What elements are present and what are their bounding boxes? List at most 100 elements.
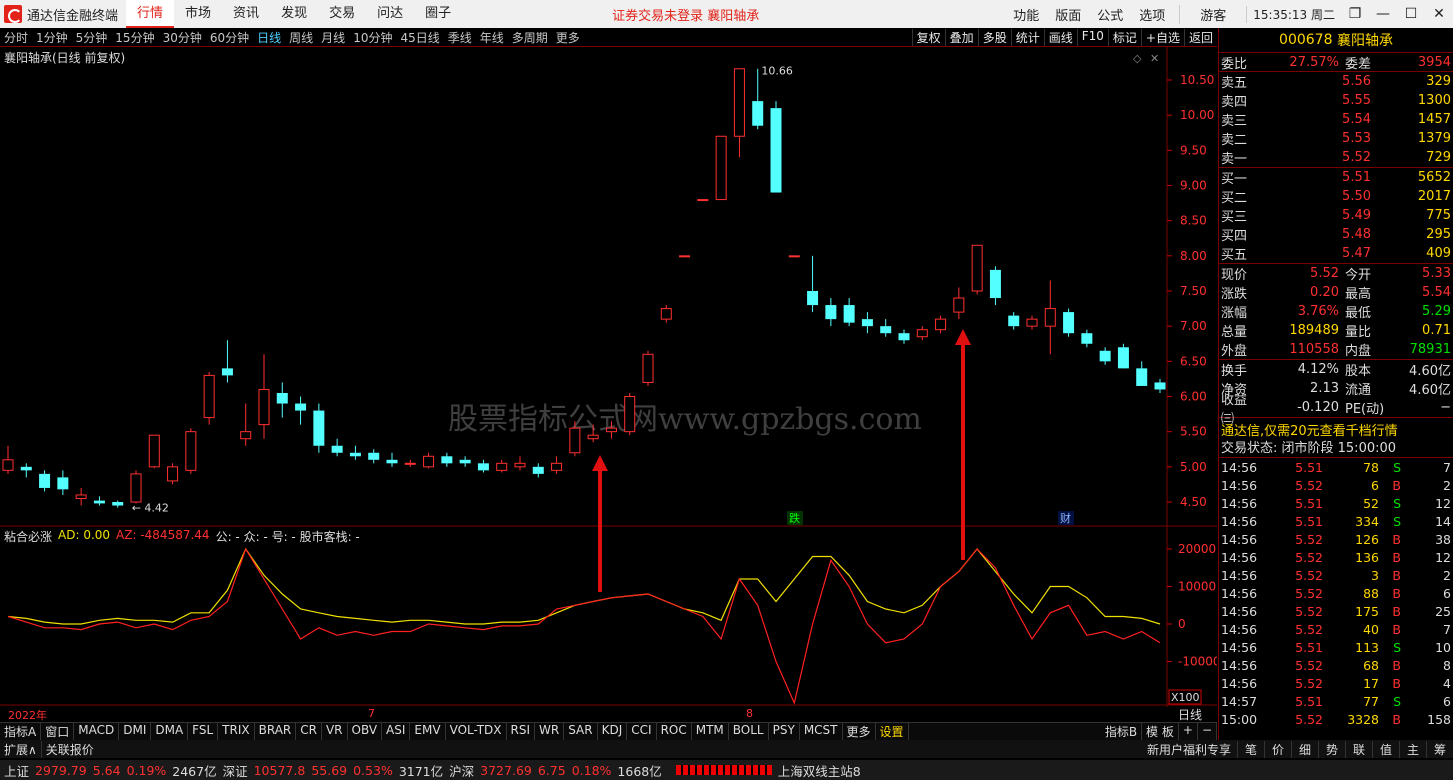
related-quote-button[interactable]: 关联报价 [42, 741, 98, 758]
timeframe-11[interactable]: 季线 [444, 29, 476, 46]
candle-body-up [167, 466, 179, 482]
menu-6[interactable]: 圈子 [414, 0, 462, 28]
indicator-tab-20[interactable]: MTM [692, 723, 729, 740]
indicator-tab-24[interactable]: 更多 [843, 723, 876, 740]
menu-0[interactable]: 行情 [126, 0, 175, 28]
indicator-tab-23[interactable]: MCST [800, 723, 843, 740]
right-menu-0[interactable]: 功能 [1005, 5, 1047, 24]
candle-body-up [514, 462, 526, 468]
timeframe-2[interactable]: 5分钟 [72, 29, 112, 46]
quote-tab-3[interactable]: 势 [1318, 740, 1345, 758]
indicator-tab-5[interactable]: FSL [188, 723, 219, 740]
indicator-tab-2[interactable]: MACD [74, 723, 120, 740]
sh-amount: 2467亿 [172, 763, 217, 779]
quote-tab-0[interactable]: 笔 [1237, 740, 1264, 758]
quote-tab-2[interactable]: 细 [1291, 740, 1318, 758]
buys-vol: 5652 [1417, 170, 1451, 185]
quote-tab-7[interactable]: 筹 [1426, 740, 1453, 758]
timeframe-4[interactable]: 30分钟 [159, 29, 206, 46]
indicator-tab-6[interactable]: TRIX [218, 723, 255, 740]
tool-5[interactable]: F10 [1076, 28, 1108, 46]
tool-0[interactable]: 复权 [911, 28, 945, 46]
quote-tab-4[interactable]: 联 [1345, 740, 1372, 758]
indicator-tab-22[interactable]: PSY [769, 723, 800, 740]
indicator-tab-15[interactable]: WR [535, 723, 565, 740]
skin-icon[interactable]: ❐ [1341, 6, 1369, 22]
tool-3[interactable]: 统计 [1010, 28, 1044, 46]
indicator-tab-1[interactable]: 窗口 [41, 723, 75, 740]
indicator-tab-11[interactable]: ASI [382, 723, 411, 740]
timeframe-8[interactable]: 月线 [317, 29, 349, 46]
indicator-tab-16[interactable]: SAR [564, 723, 598, 740]
menu-3[interactable]: 发现 [270, 0, 318, 28]
timeframe-9[interactable]: 10分钟 [349, 29, 396, 46]
tick-price: 5.52 [1295, 477, 1323, 493]
server-name[interactable]: 上海双线主站8 [778, 761, 861, 780]
tool-1[interactable]: 叠加 [944, 28, 978, 46]
tool-8[interactable]: 返回 [1183, 28, 1217, 46]
quote-tab-6[interactable]: 主 [1399, 740, 1426, 758]
stat-value: 5.33 [1422, 266, 1451, 281]
indicator-tab-10[interactable]: OBV [348, 723, 383, 740]
new-user-link[interactable]: 新用户福利专享 [1141, 741, 1237, 758]
tool-6[interactable]: 标记 [1107, 28, 1141, 46]
candle-body-down [861, 319, 873, 327]
indicator-tab-right-0[interactable]: 指标B [1101, 723, 1143, 740]
indicator-tab-12[interactable]: EMV [410, 723, 446, 740]
indicator-tab-14[interactable]: RSI [507, 723, 536, 740]
timeframe-10[interactable]: 45日线 [396, 29, 443, 46]
timeframe-0[interactable]: 分时 [0, 29, 32, 46]
indicator-tab-19[interactable]: ROC [657, 723, 692, 740]
timeframe-6[interactable]: 日线 [253, 29, 285, 46]
timeframe-3[interactable]: 15分钟 [111, 29, 158, 46]
tool-4[interactable]: 画线 [1043, 28, 1077, 46]
close-icon[interactable]: ✕ [1425, 6, 1453, 22]
timeframe-12[interactable]: 年线 [476, 29, 508, 46]
price-tick-label: 8.00 [1180, 249, 1207, 263]
indicator-tab-right-1[interactable]: 模 板 [1142, 723, 1179, 740]
indicator-tab-right-2[interactable]: + [1179, 723, 1198, 740]
menu-1[interactable]: 市场 [174, 0, 222, 28]
kline-chart[interactable]: 10.50 10.00 9.50 9.00 8.50 8.00 7.50 7.00 6.50 6.… [0, 47, 1217, 707]
tick-side: S [1393, 693, 1401, 709]
tick-time: 14:56 [1221, 567, 1258, 583]
right-menu-3[interactable]: 选项 [1131, 5, 1173, 24]
minimize-icon[interactable]: — [1369, 6, 1397, 22]
indicator-tab-7[interactable]: BRAR [255, 723, 297, 740]
indicator-tab-18[interactable]: CCI [627, 723, 657, 740]
indicator-tab-9[interactable]: VR [322, 723, 348, 740]
menu-5[interactable]: 问达 [366, 0, 414, 28]
timeframe-7[interactable]: 周线 [285, 29, 317, 46]
expand-button[interactable]: 扩展∧ [0, 740, 42, 758]
timeframe-13[interactable]: 多周期 [508, 29, 552, 46]
tool-2[interactable]: 多股 [977, 28, 1011, 46]
indicator-tab-13[interactable]: VOL-TDX [446, 723, 507, 740]
maximize-icon[interactable]: ☐ [1397, 6, 1425, 22]
timeframe-14[interactable]: 更多 [552, 29, 584, 46]
sells-price: 5.52 [1342, 150, 1371, 165]
right-menu-2[interactable]: 公式 [1089, 5, 1131, 24]
indicator-tab-8[interactable]: CR [296, 723, 322, 740]
tool-7[interactable]: +自选 [1140, 28, 1184, 46]
menu-4[interactable]: 交易 [318, 0, 366, 28]
indicator-tab-0[interactable]: 指标A [0, 723, 42, 740]
tick-row: 14:56 5.52 6 B 2 [1219, 476, 1453, 494]
quote-tab-1[interactable]: 价 [1264, 740, 1291, 758]
guest-button[interactable]: 游客 [1179, 4, 1246, 24]
indicator-tab-right-3[interactable]: − [1198, 723, 1217, 740]
login-notice[interactable]: 证券交易未登录 襄阳轴承 [612, 5, 759, 24]
stats1-row: 现价 5.52 今开 5.33 [1219, 264, 1453, 283]
menu-2[interactable]: 资讯 [222, 0, 270, 28]
indicator-tab-3[interactable]: DMI [119, 723, 152, 740]
indicator-tab-25[interactable]: 设置 [876, 723, 909, 740]
indicator-tab-21[interactable]: BOLL [729, 723, 769, 740]
indicator-tab-4[interactable]: DMA [151, 723, 189, 740]
right-menu-1[interactable]: 版面 [1047, 5, 1089, 24]
stat-value: 4.12% [1297, 362, 1339, 377]
timeframe-5[interactable]: 60分钟 [206, 29, 253, 46]
indicator-tab-17[interactable]: KDJ [598, 723, 628, 740]
high-price-label: 10.66 [761, 65, 793, 78]
timeframe-1[interactable]: 1分钟 [32, 29, 72, 46]
quote-tab-5[interactable]: 值 [1372, 740, 1399, 758]
promo-text[interactable]: 通达信,仅需20元查看千档行情 [1219, 417, 1453, 439]
